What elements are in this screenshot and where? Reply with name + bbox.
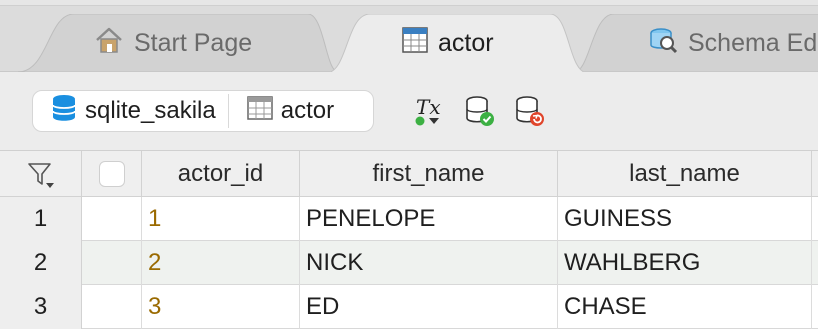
cell-overflow	[812, 197, 818, 241]
column-header-overflow	[812, 151, 818, 197]
cell-first-name[interactable]: NICK	[300, 241, 558, 285]
editor-toolbar: sqlite_sakila actor Tx	[0, 72, 818, 150]
row-select-cell[interactable]	[82, 197, 142, 241]
cell-last-name[interactable]: GUINESS	[558, 197, 812, 241]
window-top-edge	[0, 0, 818, 6]
tx-label: Tx	[416, 95, 441, 119]
column-header-label: first_name	[372, 160, 485, 187]
rollback-icon	[516, 96, 544, 126]
tab-actor[interactable]: actor	[326, 14, 588, 73]
column-header-first-name[interactable]: first_name	[300, 151, 558, 197]
cell-last-name[interactable]: WAHLBERG	[558, 241, 812, 285]
tab-label: Schema Ed	[688, 28, 818, 57]
tab-bar: Start Page Schema Ed actor	[0, 0, 818, 73]
commit-button[interactable]	[464, 94, 496, 128]
row-number[interactable]: 1	[0, 197, 82, 241]
cell-actor-id[interactable]: 2	[142, 241, 300, 285]
row-select-cell[interactable]	[82, 285, 142, 329]
tab-schema-editor[interactable]: Schema Ed	[574, 14, 818, 72]
column-header-label: last_name	[629, 160, 740, 187]
transaction-mode-button[interactable]: Tx	[412, 94, 444, 128]
cell-first-name[interactable]: ED	[300, 285, 558, 329]
table-row[interactable]: 3 3 ED CHASE	[0, 285, 818, 329]
cell-first-name[interactable]: PENELOPE	[300, 197, 558, 241]
tab-start-page[interactable]: Start Page	[18, 14, 338, 72]
column-header-label: actor_id	[177, 160, 264, 187]
row-number[interactable]: 2	[0, 241, 82, 285]
table-row[interactable]: 1 1 PENELOPE GUINESS	[0, 197, 818, 241]
home-icon	[94, 26, 124, 61]
cell-overflow	[812, 285, 818, 329]
column-header-last-name[interactable]: last_name	[558, 151, 812, 197]
rollback-button[interactable]	[514, 94, 546, 128]
tab-label: Start Page	[134, 28, 253, 57]
grid-header: actor_id first_name last_name	[0, 151, 818, 197]
database-icon	[51, 94, 77, 129]
select-all-checkbox[interactable]	[98, 161, 125, 187]
select-all-checkbox-cell[interactable]	[82, 151, 142, 197]
transaction-mode-icon: Tx	[415, 95, 441, 126]
table-row[interactable]: 2 2 NICK WAHLBERG	[0, 241, 818, 285]
commit-icon	[466, 96, 494, 126]
breadcrumb: sqlite_sakila actor	[32, 90, 374, 132]
filter-icon	[27, 163, 54, 188]
table-label: actor	[280, 97, 335, 124]
row-number[interactable]: 3	[0, 285, 82, 329]
row-select-cell[interactable]	[82, 241, 142, 285]
breadcrumb-connection[interactable]: sqlite_sakila	[33, 91, 228, 131]
column-header-actor-id[interactable]: actor_id	[142, 151, 300, 197]
tab-label: actor	[438, 28, 494, 57]
cell-actor-id[interactable]: 3	[142, 285, 300, 329]
table-icon	[402, 26, 428, 60]
cell-actor-id[interactable]: 1	[142, 197, 300, 241]
cell-overflow	[812, 241, 818, 285]
connection-label: sqlite_sakila	[85, 97, 216, 124]
results-grid: actor_id first_name last_name 1 1 PENELO…	[0, 150, 818, 334]
schema-icon	[648, 25, 678, 62]
table-icon	[246, 95, 273, 127]
cell-last-name[interactable]: CHASE	[558, 285, 812, 329]
breadcrumb-table[interactable]: actor	[229, 91, 346, 131]
filter-button[interactable]	[0, 151, 82, 197]
